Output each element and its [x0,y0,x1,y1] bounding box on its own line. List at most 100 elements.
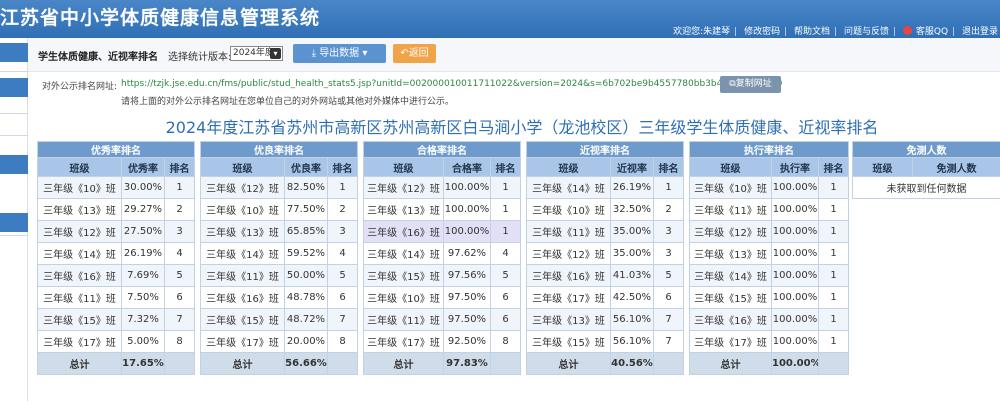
rate-cell: 100.00% [443,176,491,199]
version-select-value: 2024年度 [233,48,274,58]
public-url-value[interactable]: https://tzjk.jse.edu.cn/fms/public/stud_… [121,79,782,89]
table-row: 三年级《12》班 35.00% 3 [526,242,684,265]
class-name-cell: 三年级《17》班 [37,330,122,353]
table-row: 三年级《10》班 77.50% 2 [200,198,358,221]
table-row: 三年级《11》班 7.50% 6 [37,286,195,309]
version-label: 选择统计版本: [168,52,232,63]
version-select[interactable]: 2024年度 ▾ [230,46,283,61]
chevron-down-icon: ▾ [270,48,281,59]
public-url-label: 对外公示排名网址: [42,82,118,92]
copy-url-label: 复制网址 [735,79,772,89]
table-row: 三年级《16》班 48.78% 6 [200,286,358,309]
back-button[interactable]: ↶返回 [393,44,436,63]
welcome-text: 欢迎您:朱建琴 [673,27,731,37]
rate-cell: 35.00% [610,242,654,265]
excellent-rate-table: 优秀率排名 班级 优秀率 排名 三年级《10》班 30.00% 1 三年级《13》班 29.27… [37,141,195,375]
feedback-link[interactable]: 问题与反馈 [844,27,889,37]
sidebar-item-2[interactable] [0,78,28,97]
class-name-cell: 三年级《11》班 [200,264,285,287]
rank-cell: 3 [164,220,195,243]
class-name-cell: 三年级《17》班 [200,330,285,353]
column-header[interactable]: 执行率 [771,157,819,177]
rate-cell: 92.50% [443,330,491,353]
column-header[interactable]: 班级 [852,157,913,177]
total-rate: 17.65% [121,352,165,375]
column-header[interactable]: 班级 [526,157,611,177]
total-label: 总计 [689,352,772,375]
url-hint: 请将上面的对外公示排名网址在您单位自己的对外网站或其他对外媒体中进行公示。 [121,97,455,107]
column-header[interactable]: 班级 [200,157,285,177]
column-header[interactable]: 优良率 [284,157,328,177]
class-name-cell: 三年级《13》班 [363,198,444,221]
rank-cell: 4 [164,242,195,265]
column-header[interactable]: 排名 [818,157,849,177]
rate-cell: 5.00% [121,330,165,353]
rank-cell: 1 [818,242,849,265]
rank-cell: 6 [327,286,358,309]
rank-cell: 6 [164,286,195,309]
table-row: 三年级《11》班 100.00% 1 [689,198,849,221]
rank-cell: 1 [490,220,521,243]
caret-down-icon: ▾ [362,48,368,59]
rank-cell: 3 [327,220,358,243]
rank-cell: 5 [490,264,521,287]
logout-link[interactable]: 退出登录 [962,27,998,37]
table-row: 三年级《12》班 27.50% 3 [37,220,195,243]
table-row: 三年级《12》班 82.50% 1 [200,176,358,199]
column-header[interactable]: 班级 [37,157,122,177]
support-qq-link[interactable]: 客服QQ [916,27,948,37]
table-row: 三年级《13》班 56.10% 7 [526,308,684,331]
table-row: 三年级《17》班 100.00% 1 [689,330,849,353]
rank-cell: 7 [653,308,684,331]
column-header[interactable]: 班级 [689,157,772,177]
rank-cell: 1 [490,198,521,221]
class-name-cell: 三年级《10》班 [200,198,285,221]
table-row: 三年级《13》班 100.00% 1 [363,198,521,221]
rank-cell: 5 [164,264,195,287]
rank-cell: 1 [818,330,849,353]
class-name-cell: 三年级《12》班 [37,220,122,243]
rate-cell: 56.10% [610,308,654,331]
class-name-cell: 三年级《15》班 [363,264,444,287]
sidebar-item-3[interactable] [0,155,28,174]
column-header[interactable]: 排名 [327,157,358,177]
column-header[interactable]: 免测人数 [912,157,1000,177]
rank-cell: 8 [490,330,521,353]
copy-url-button[interactable]: ⧉复制网址 [720,76,781,93]
class-name-cell: 三年级《16》班 [363,220,444,243]
class-name-cell: 三年级《16》班 [200,286,285,309]
column-header[interactable]: 近视率 [610,157,654,177]
rate-cell: 35.00% [610,220,654,243]
sidebar [0,38,28,401]
rank-cell: 1 [653,176,684,199]
change-password-link[interactable]: 修改密码 [744,27,780,37]
table-row: 三年级《10》班 32.50% 2 [526,198,684,221]
column-header[interactable]: 排名 [490,157,521,177]
column-header[interactable]: 优秀率 [121,157,165,177]
column-header[interactable]: 班级 [363,157,444,177]
export-data-button[interactable]: ⤓ 导出数据 ▾ [293,44,386,63]
table-caption: 执行率排名 [689,141,849,158]
table-caption: 合格率排名 [363,141,521,158]
column-header[interactable]: 排名 [164,157,195,177]
rank-cell: 3 [653,220,684,243]
good-rate-table: 优良率排名 班级 优良率 排名 三年级《12》班 82.50% 1 三年级《10》班 77.50… [200,141,358,375]
total-rate: 100.00% [771,352,819,375]
rate-cell: 100.00% [771,176,819,199]
column-header[interactable]: 排名 [653,157,684,177]
class-name-cell: 三年级《12》班 [526,242,611,265]
qq-icon [902,26,912,35]
column-header[interactable]: 合格率 [443,157,491,177]
table-row: 三年级《16》班 7.69% 5 [37,264,195,287]
top-bar: 江苏省中小学体质健康信息管理系统 欢迎您:朱建琴 | 修改密码 | 帮助文档 | 问题… [0,0,1000,38]
rate-cell: 42.50% [610,286,654,309]
class-name-cell: 三年级《15》班 [200,308,285,331]
rank-cell: 1 [818,286,849,309]
total-rank [490,352,521,375]
rank-cell: 7 [327,308,358,331]
help-doc-link[interactable]: 帮助文档 [794,27,830,37]
table-row: 三年级《14》班 59.52% 4 [200,242,358,265]
rank-cell: 3 [653,242,684,265]
sidebar-item-4[interactable] [0,213,28,232]
sidebar-item-1[interactable] [0,43,28,62]
